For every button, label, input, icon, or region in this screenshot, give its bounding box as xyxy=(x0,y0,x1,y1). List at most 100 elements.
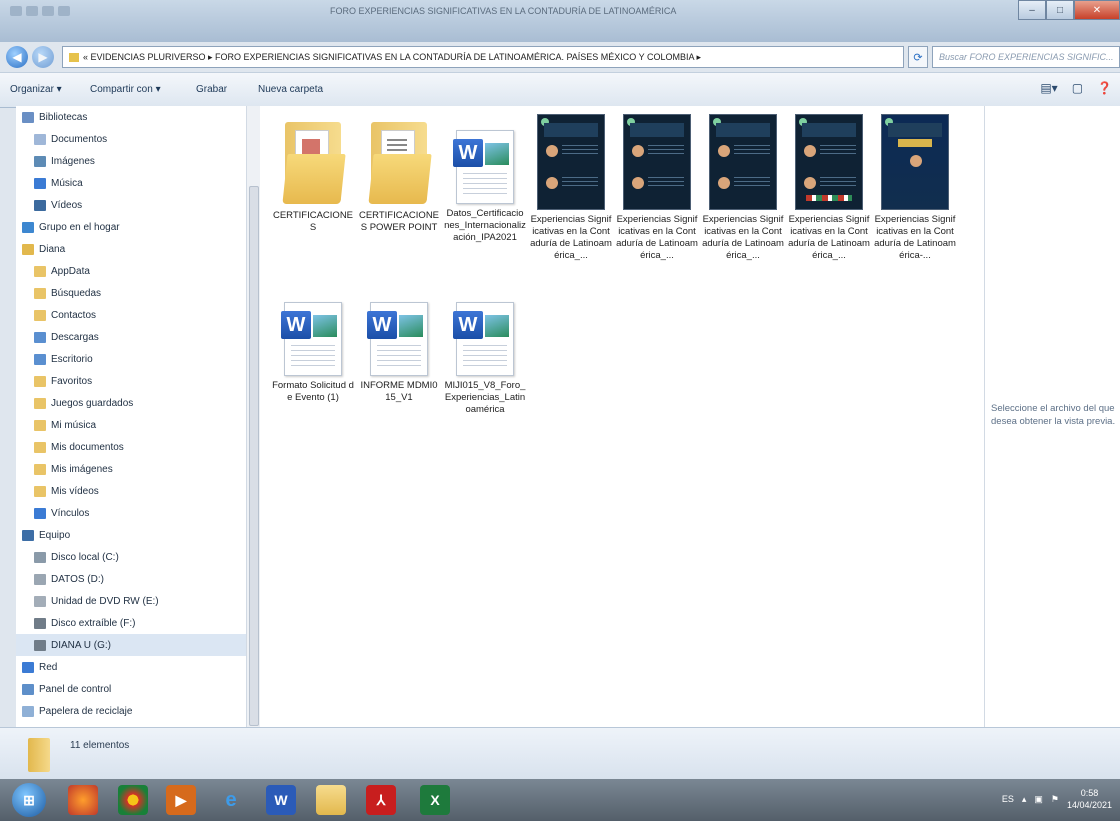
forward-arrow-icon: ▶ xyxy=(38,50,48,64)
nav-item[interactable]: Vídeos xyxy=(16,194,82,216)
nav-item-label: Búsquedas xyxy=(51,287,102,299)
status-bar: 11 elementos xyxy=(0,727,1120,780)
file-name: MIJI015_V8_Foro_Experiencias_Latinoaméri… xyxy=(444,380,526,415)
saved-games-icon xyxy=(34,397,46,409)
nav-item[interactable]: Disco extraíble (F:) xyxy=(16,612,135,634)
searches-icon xyxy=(34,287,46,299)
file-item[interactable]: Experiencias Significativas en la Contad… xyxy=(702,114,784,262)
quick-access-toolbar[interactable] xyxy=(10,6,70,16)
image-thumbnail xyxy=(537,114,605,210)
maximize-button[interactable]: □ xyxy=(1046,0,1074,20)
file-item[interactable]: Experiencias Significativas en la Contad… xyxy=(616,114,698,262)
start-button[interactable]: ⊞ xyxy=(12,783,46,817)
flag-icon[interactable]: ⚑ xyxy=(1051,794,1059,805)
view-controls: ▤▾ ▢ ❓ xyxy=(1040,81,1112,95)
excel-icon[interactable]: X xyxy=(420,785,450,815)
refresh-icon: ⟳ xyxy=(913,51,923,64)
navigation-bar: ◀ ▶ « EVIDENCIAS PLURIVERSO ▸ FORO EXPER… xyxy=(0,42,1120,72)
address-bar[interactable]: « EVIDENCIAS PLURIVERSO ▸ FORO EXPERIENC… xyxy=(62,46,904,68)
internet-explorer-icon[interactable]: e xyxy=(216,785,246,815)
change-view-icon[interactable]: ▤▾ xyxy=(1040,81,1057,95)
forward-button[interactable]: ▶ xyxy=(32,46,54,68)
file-item[interactable]: Experiencias Significativas en la Contad… xyxy=(874,114,956,262)
computer-icon xyxy=(22,529,34,541)
acrobat-icon[interactable]: ⅄ xyxy=(366,785,396,815)
nav-item[interactable]: Favoritos xyxy=(16,370,92,392)
network-tray-icon[interactable]: ▣ xyxy=(1034,794,1043,805)
nav-item-label: Escritorio xyxy=(51,353,93,365)
file-item[interactable]: CERTIFICACIONES xyxy=(272,114,354,234)
nav-item[interactable]: Contactos xyxy=(16,304,96,326)
nav-item-label: DIANA U (G:) xyxy=(51,639,112,651)
nav-item[interactable]: Juegos guardados xyxy=(16,392,133,414)
nav-item[interactable]: Red xyxy=(16,656,57,678)
nav-item[interactable]: Bibliotecas xyxy=(16,106,87,128)
search-input[interactable]: Buscar FORO EXPERIENCIAS SIGNIFIC... xyxy=(932,46,1120,68)
nav-item[interactable]: Escritorio xyxy=(16,348,93,370)
nav-item[interactable]: Panel de control xyxy=(16,678,111,700)
preview-pane-icon[interactable]: ▢ xyxy=(1072,81,1083,95)
nav-item[interactable]: Unidad de DVD RW (E:) xyxy=(16,590,159,612)
language-indicator[interactable]: ES xyxy=(1002,794,1014,804)
preview-pane: Seleccione el archivo del que desea obte… xyxy=(984,106,1120,727)
help-icon[interactable]: ❓ xyxy=(1097,81,1112,95)
nav-item-label: Diana xyxy=(39,243,66,255)
refresh-button[interactable]: ⟳ xyxy=(908,46,928,68)
nav-item-label: Mis imágenes xyxy=(51,463,113,475)
new-folder-button[interactable]: Nueva carpeta xyxy=(258,84,323,95)
nav-item[interactable]: Imágenes xyxy=(16,150,95,172)
nav-item[interactable]: Mis imágenes xyxy=(16,458,113,480)
nav-item[interactable]: Mis vídeos xyxy=(16,480,99,502)
nav-item[interactable]: Mi música xyxy=(16,414,96,436)
my-videos-icon xyxy=(34,485,46,497)
chrome-icon[interactable] xyxy=(118,785,148,815)
word-document-icon: W xyxy=(367,302,428,376)
my-documents-icon xyxy=(34,441,46,453)
nav-item[interactable]: Documentos xyxy=(16,128,107,150)
nav-item[interactable]: Papelera de reciclaje xyxy=(16,700,132,722)
nav-item[interactable]: Disco local (C:) xyxy=(16,546,119,568)
file-item[interactable]: Experiencias Significativas en la Contad… xyxy=(530,114,612,262)
organize-button[interactable]: Organizar ▾ xyxy=(10,84,62,95)
nav-item[interactable]: Diana xyxy=(16,238,65,260)
close-button[interactable]: ✕ xyxy=(1074,0,1120,20)
nav-item[interactable]: Grupo en el hogar xyxy=(16,216,120,238)
file-explorer-icon[interactable] xyxy=(316,785,346,815)
nav-item[interactable]: DATOS (D:) xyxy=(16,568,104,590)
word-icon[interactable]: W xyxy=(266,785,296,815)
file-item[interactable]: W Formato Solicitud de Evento (1) xyxy=(272,286,354,404)
nav-item[interactable]: Descargas xyxy=(16,326,99,348)
nav-item-label: Unidad de DVD RW (E:) xyxy=(51,595,159,607)
file-item[interactable]: CERTIFICACIONES POWER POINT xyxy=(358,114,440,234)
nav-item-label: Juegos guardados xyxy=(51,397,134,409)
file-name: Experiencias Significativas en la Contad… xyxy=(530,214,612,261)
folder-icon xyxy=(281,114,346,206)
file-item[interactable]: W INFORME MDMI015_V1 xyxy=(358,286,440,404)
back-button[interactable]: ◀ xyxy=(6,46,28,68)
file-item[interactable]: W MIJI015_V8_Foro_Experiencias_Latinoamér… xyxy=(444,286,526,416)
nav-item-label: Favoritos xyxy=(51,375,93,387)
navigation-scrollbar[interactable] xyxy=(246,106,261,727)
file-item[interactable]: W Datos_Certificaciones_Internacionalizac… xyxy=(444,114,526,244)
firefox-icon[interactable] xyxy=(68,785,98,815)
nav-item[interactable]: Equipo xyxy=(16,524,70,546)
nav-item[interactable]: Vínculos xyxy=(16,502,89,524)
nav-item[interactable]: DIANA U (G:) xyxy=(16,634,246,656)
word-document-icon: W xyxy=(281,302,342,376)
file-item[interactable]: Experiencias Significativas en la Contad… xyxy=(788,114,870,262)
media-player-icon[interactable]: ▶ xyxy=(166,785,196,815)
nav-item[interactable]: Búsquedas xyxy=(16,282,101,304)
nav-item[interactable]: AppData xyxy=(16,260,90,282)
show-hidden-icons-icon[interactable]: ▴ xyxy=(1022,794,1027,805)
clock[interactable]: 0:58 14/04/2021 xyxy=(1067,787,1112,811)
folder-icon xyxy=(69,52,79,62)
nav-item[interactable]: Música xyxy=(16,172,83,194)
nav-item-label: Contactos xyxy=(51,309,97,321)
burn-button[interactable]: Grabar xyxy=(196,84,227,95)
share-button[interactable]: Compartir con ▾ xyxy=(90,84,161,95)
nav-item[interactable]: Mis documentos xyxy=(16,436,124,458)
scrollbar-thumb[interactable] xyxy=(249,186,259,726)
minimize-button[interactable]: – xyxy=(1018,0,1046,20)
back-arrow-icon: ◀ xyxy=(12,50,22,64)
drive-icon xyxy=(34,551,46,563)
